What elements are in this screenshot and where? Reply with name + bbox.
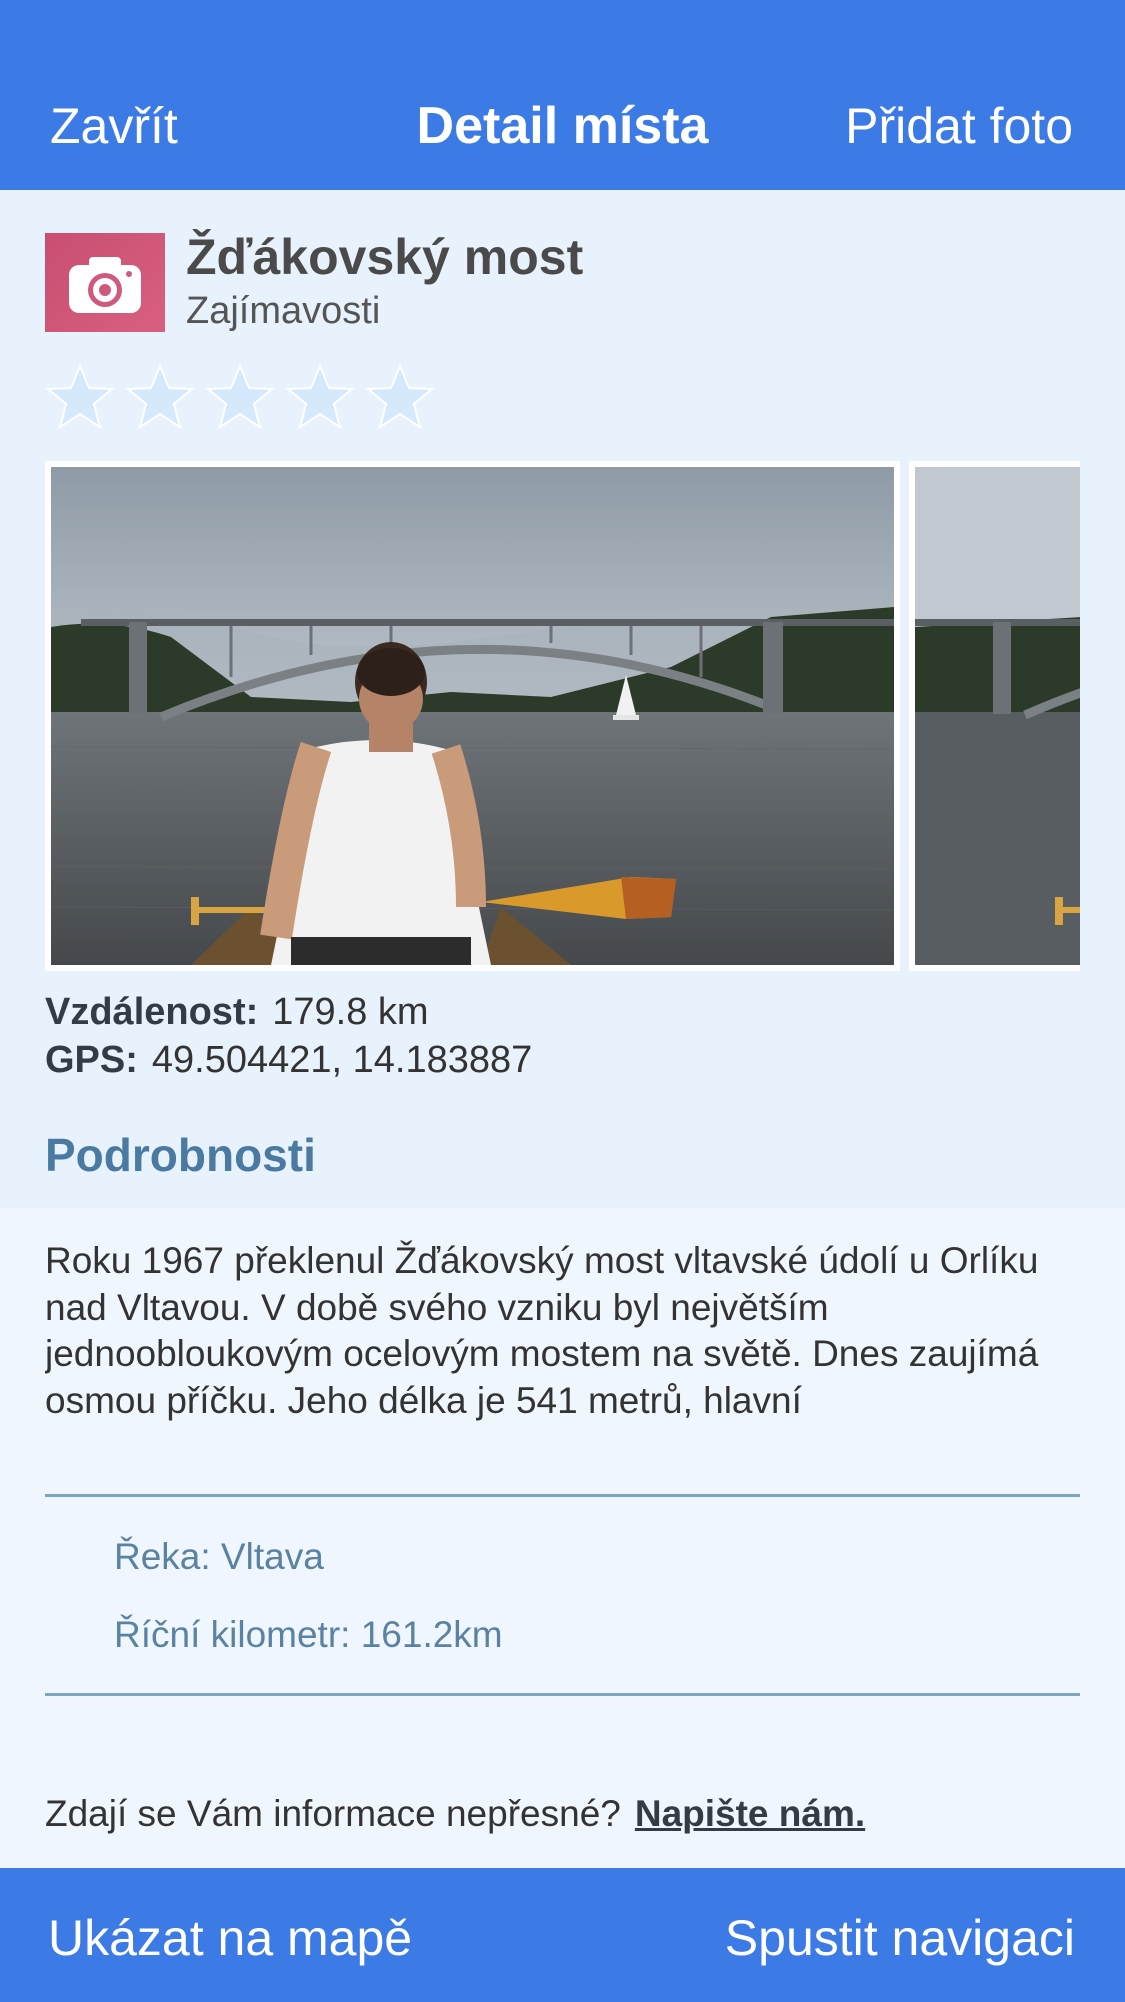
gps-value: 49.504421, 14.183887 [151, 1039, 533, 1081]
distance-row: Vzdálenost: 179.8 km [45, 991, 429, 1034]
distance-label: Vzdálenost: [45, 991, 259, 1033]
place-name: Žďákovský most [186, 229, 584, 285]
star-icon[interactable] [45, 362, 115, 432]
place-description: Roku 1967 překlenul Žďákovský most vltav… [45, 1240, 1039, 1421]
star-icon[interactable] [365, 362, 435, 432]
feedback-row: Zdají se Vám informace nepřesné? Napište … [45, 1793, 865, 1835]
feedback-question: Zdají se Vám informace nepřesné? [45, 1793, 621, 1834]
details-heading: Podrobnosti [45, 1129, 316, 1181]
close-button[interactable]: Zavřít [50, 96, 178, 156]
gallery-photo[interactable] [909, 461, 1080, 971]
star-icon[interactable] [285, 362, 355, 432]
river-info: Řeka: Vltava [114, 1536, 324, 1577]
show-on-map-button[interactable]: Ukázat na mapě [48, 1908, 412, 1968]
add-photo-button[interactable]: Přidat foto [845, 96, 1073, 156]
gps-label: GPS: [45, 1039, 138, 1081]
distance-value: 179.8 km [272, 991, 429, 1033]
contact-us-link[interactable]: Napište nám. [635, 1793, 865, 1834]
divider [45, 1494, 1080, 1497]
top-nav-bar: Zavřít Detail místa Přidat foto [0, 0, 1125, 190]
photo-gallery[interactable] [45, 461, 1080, 971]
star-icon[interactable] [125, 362, 195, 432]
start-navigation-button[interactable]: Spustit navigaci [725, 1908, 1075, 1968]
river-km-info: Říční kilometr: 161.2km [114, 1614, 503, 1655]
place-category: Zajímavosti [186, 290, 381, 332]
star-icon[interactable] [205, 362, 275, 432]
camera-icon [45, 233, 165, 332]
gps-row: GPS: 49.504421, 14.183887 [45, 1039, 532, 1082]
bottom-action-bar: Ukázat na mapě Spustit navigaci [0, 1868, 1125, 2002]
divider [45, 1693, 1080, 1696]
gallery-photo[interactable] [45, 461, 900, 971]
